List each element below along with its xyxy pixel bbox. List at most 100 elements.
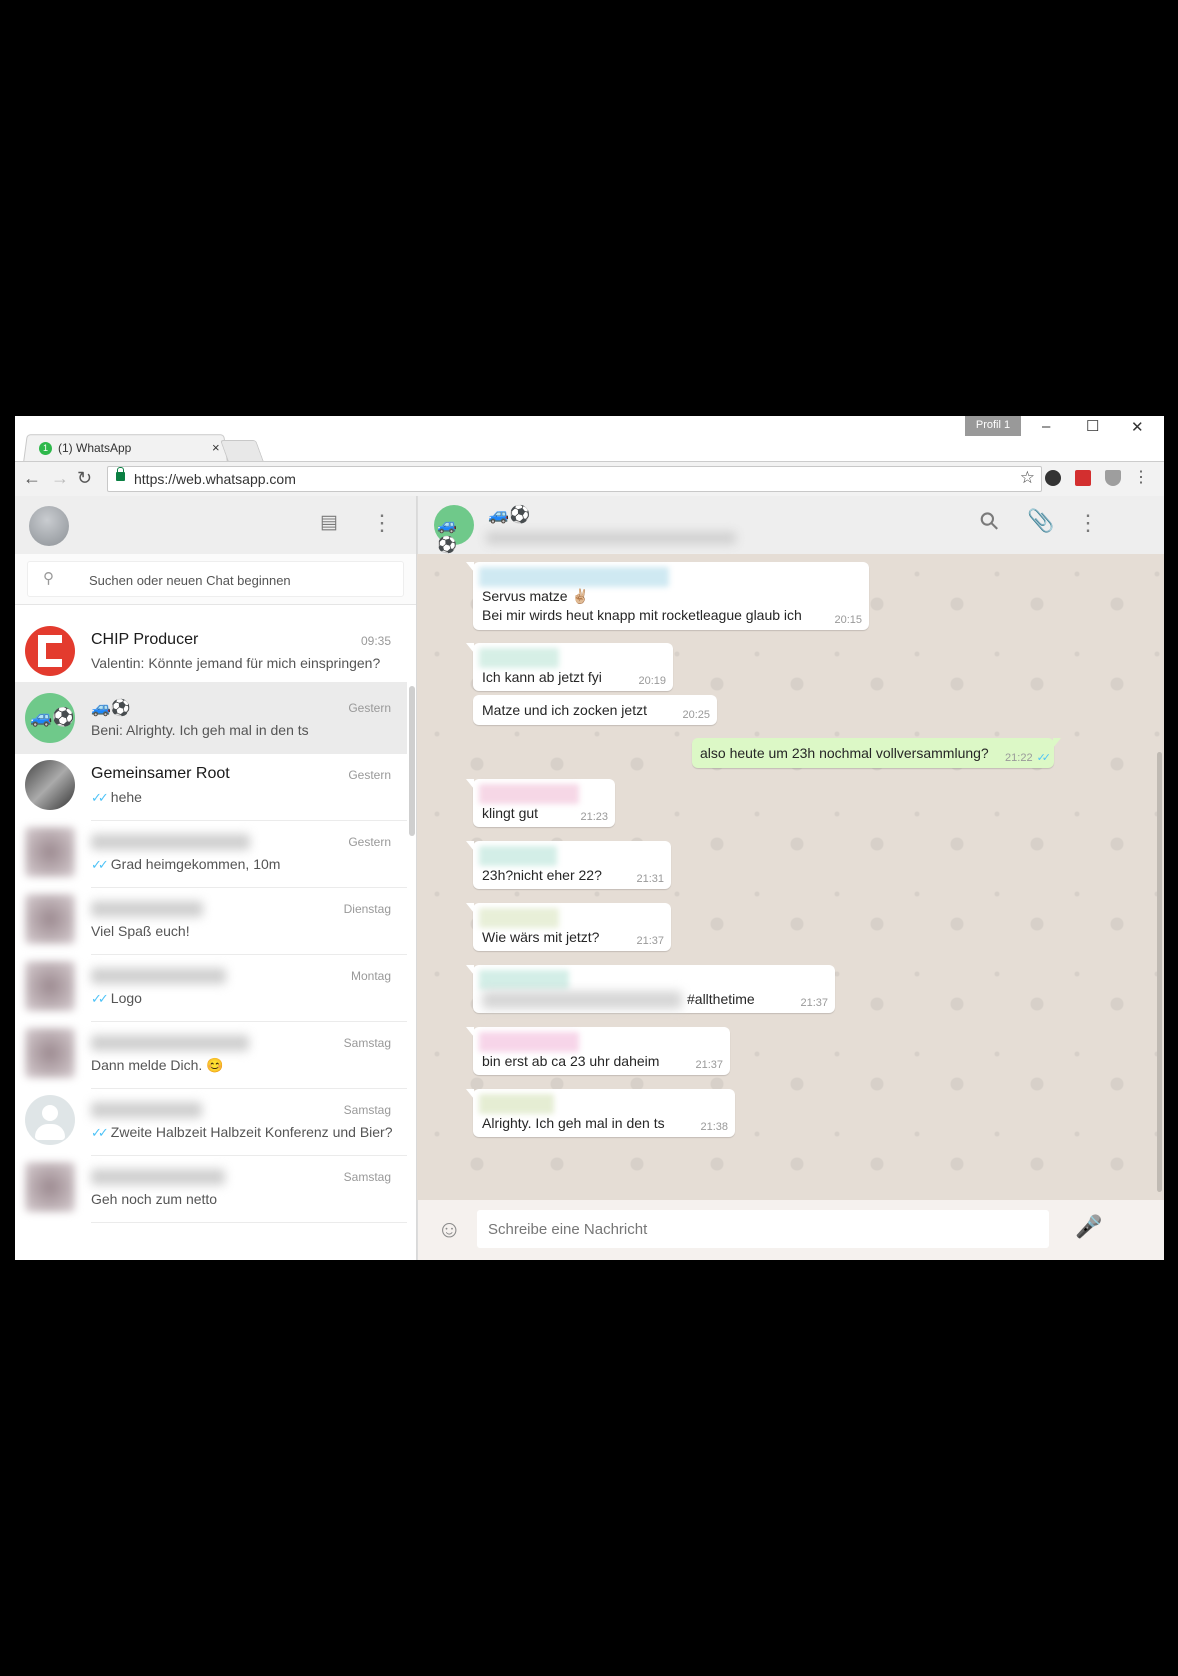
chat-avatar: [25, 827, 75, 877]
message-text: Servus matze ✌🏼: [482, 588, 589, 604]
message-text: #allthetime: [687, 991, 755, 1007]
chat-name-redacted: [91, 834, 250, 850]
message-area[interactable]: Servus matze ✌🏼 Bei mir wirds heut knapp …: [417, 554, 1164, 1200]
tab-whatsapp[interactable]: 1 (1) WhatsApp ×: [35, 438, 225, 460]
message-text: Alrighty. Ich geh mal in den ts: [482, 1115, 665, 1131]
chat-time: Gestern: [348, 701, 391, 715]
sender-name-redacted: [479, 567, 669, 587]
chat-list-item[interactable]: Gemeinsamer Root Gestern ✓✓ hehe: [15, 749, 407, 821]
chat-last-message: ✓✓ Grad heimgekommen, 10m: [91, 856, 280, 873]
reload-icon[interactable]: ↻: [77, 468, 92, 489]
chat-list-item[interactable]: Samstag Geh noch zum netto: [15, 1151, 407, 1223]
message-time: 21:22 ✓✓: [1005, 751, 1051, 764]
forward-icon[interactable]: →: [51, 468, 69, 489]
whatsapp-favicon-icon: 1: [39, 442, 52, 455]
chat-list-item[interactable]: Gestern ✓✓ Grad heimgekommen, 10m: [15, 816, 407, 888]
new-chat-icon[interactable]: ▤: [320, 511, 338, 534]
chat-list-item[interactable]: Samstag ✓✓ Zweite Halbzeit Halbzeit Konfer…: [15, 1084, 407, 1156]
chat-last-message: Dann melde Dich. 😊: [91, 1057, 224, 1074]
chat-last-message: ✓✓ Logo: [91, 990, 142, 1007]
chat-list-item[interactable]: Dienstag Viel Spaß euch!: [15, 883, 407, 955]
chat-avatar-emoji: 🚙⚽: [30, 707, 75, 727]
extension-glasses-icon[interactable]: [1045, 470, 1061, 486]
new-tab-button[interactable]: [219, 440, 265, 462]
incoming-message[interactable]: Wie wärs mit jetzt? 21:37: [466, 903, 671, 951]
outgoing-message[interactable]: also heute um 23h nochmal vollversammlun…: [692, 738, 1061, 768]
attach-icon[interactable]: 📎: [1027, 508, 1054, 534]
chat-last-message-text: Valentin: Könnte jemand für mich einspri…: [91, 655, 381, 671]
chat-avatar: 🚙⚽: [25, 693, 75, 743]
back-icon[interactable]: ←: [23, 468, 41, 489]
search-placeholder: Suchen oder neuen Chat beginnen: [89, 573, 291, 588]
message-time-text: 20:15: [834, 614, 862, 626]
compose-bar: ☺ 🎤: [417, 1200, 1164, 1260]
message-time: 20:19: [638, 675, 666, 687]
browser-menu-icon[interactable]: ⋮: [1133, 467, 1149, 487]
sender-name-redacted: [479, 846, 557, 866]
incoming-message[interactable]: Alrighty. Ich geh mal in den ts 21:38: [466, 1089, 735, 1137]
chat-avatar: [25, 894, 75, 944]
incoming-message[interactable]: Matze und ich zocken jetzt 20:25: [473, 695, 717, 725]
message-time: 20:25: [682, 709, 710, 721]
search-box[interactable]: ⚲ Suchen oder neuen Chat beginnen: [27, 561, 404, 597]
incoming-message[interactable]: Servus matze ✌🏼 Bei mir wirds heut knapp …: [466, 562, 869, 630]
incoming-message[interactable]: klingt gut 21:23: [466, 779, 615, 827]
sender-name-redacted: [479, 1094, 554, 1114]
chat-name-redacted: [91, 901, 203, 917]
my-avatar[interactable]: [29, 506, 69, 546]
message-time: 21:38: [700, 1121, 728, 1133]
chat-list-item[interactable]: CHIP Producer 09:35 Valentin: Könnte jeman…: [15, 615, 407, 687]
address-bar[interactable]: https://web.whatsapp.com ☆: [107, 466, 1042, 492]
message-time: 21:37: [695, 1059, 723, 1071]
menu-icon[interactable]: ⋮: [371, 510, 393, 536]
read-ticks-icon: ✓✓: [91, 991, 109, 1006]
search-bar: ⚲ Suchen oder neuen Chat beginnen: [15, 554, 416, 605]
message-text: bin erst ab ca 23 uhr daheim: [482, 1053, 660, 1069]
message-scrollbar[interactable]: [1157, 752, 1162, 1192]
group-avatar-emoji: 🚙⚽: [437, 517, 457, 554]
browser-window: 1 (1) WhatsApp × Profil 1 – ☐ ✕ ← → ↻ ht…: [15, 416, 1164, 1260]
incoming-message[interactable]: bin erst ab ca 23 uhr daheim 21:37: [466, 1027, 730, 1075]
sender-name-redacted: [479, 784, 579, 804]
lock-icon: [116, 467, 125, 481]
message-time: 21:31: [636, 873, 664, 885]
chat-avatar: [25, 1095, 75, 1145]
emoji-icon[interactable]: ☺: [437, 1216, 462, 1244]
extension-shield-icon[interactable]: [1105, 470, 1121, 486]
message-time-text: 20:19: [638, 675, 666, 687]
mic-icon[interactable]: 🎤: [1075, 1214, 1102, 1240]
search-icon[interactable]: ⚲: [973, 505, 1006, 538]
message-input[interactable]: [477, 1210, 1049, 1248]
conversation-menu-icon[interactable]: ⋮: [1077, 510, 1099, 536]
conversation-header[interactable]: 🚙⚽ 🚙⚽ ⚲ 📎 ⋮: [417, 496, 1164, 554]
group-name: 🚙⚽: [488, 505, 531, 524]
tab-close-icon[interactable]: ×: [212, 440, 220, 455]
chat-list-scrollbar[interactable]: [409, 686, 415, 836]
star-icon[interactable]: ☆: [1020, 468, 1035, 488]
extension-red-icon[interactable]: [1075, 470, 1091, 486]
chat-name-redacted: [91, 1169, 225, 1185]
minimize-icon[interactable]: –: [1042, 418, 1050, 435]
chat-time: Samstag: [343, 1036, 391, 1050]
read-ticks-icon: ✓✓: [91, 857, 109, 872]
chat-list: CHIP Producer 09:35 Valentin: Könnte jeman…: [15, 605, 407, 1260]
incoming-message[interactable]: #allthetime 21:37: [466, 965, 835, 1013]
maximize-icon[interactable]: ☐: [1086, 417, 1099, 435]
chat-last-message: Viel Spaß euch!: [91, 923, 190, 939]
group-avatar[interactable]: 🚙⚽: [434, 505, 474, 554]
chat-time: Samstag: [343, 1170, 391, 1184]
chat-list-item[interactable]: Samstag Dann melde Dich. 😊: [15, 1017, 407, 1089]
message-text: klingt gut: [482, 805, 539, 821]
chat-name: 🚙⚽: [91, 700, 131, 717]
message-text: Ich kann ab jetzt fyi: [482, 669, 602, 685]
chat-list-item[interactable]: 🚙⚽ 🚙⚽ Gestern Beni: Alrighty. Ich geh mal i…: [15, 682, 407, 754]
chat-list-item[interactable]: Montag ✓✓ Logo: [15, 950, 407, 1022]
incoming-message[interactable]: Ich kann ab jetzt fyi 20:19: [466, 643, 673, 691]
close-window-icon[interactable]: ✕: [1131, 418, 1144, 436]
read-ticks-icon: ✓✓: [91, 790, 109, 805]
profile-badge[interactable]: Profil 1: [965, 416, 1021, 436]
chat-time: Montag: [350, 969, 391, 983]
incoming-message[interactable]: 23h?nicht eher 22? 21:31: [466, 841, 671, 889]
message-text: Wie wärs mit jetzt?: [482, 929, 600, 945]
chat-last-message-text: hehe: [110, 789, 142, 805]
